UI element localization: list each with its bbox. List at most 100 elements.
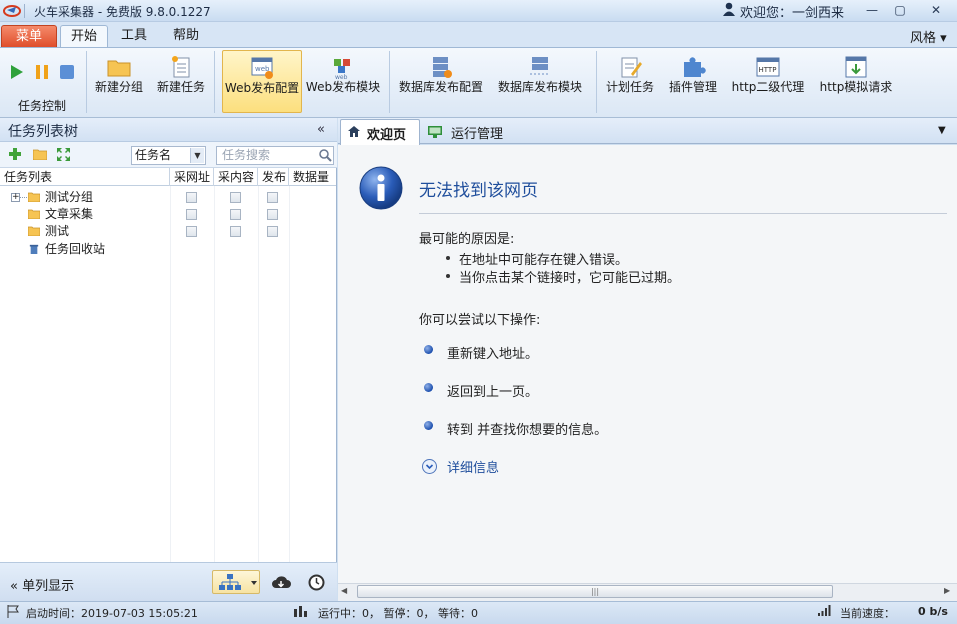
task-tree-title: 任务列表树 (8, 124, 78, 140)
reason-heading: 最可能的原因是: (419, 232, 515, 247)
tab-start[interactable]: 开始 (60, 25, 108, 47)
bullet-icon (424, 383, 433, 392)
more-info-link[interactable]: 详细信息 (447, 457, 499, 476)
tab-help[interactable]: 帮助 (162, 25, 210, 47)
collect-content-checkbox[interactable] (230, 192, 241, 203)
http-proxy-label: http二级代理 (731, 80, 805, 94)
home-icon (348, 126, 360, 137)
publish-checkbox[interactable] (267, 226, 278, 237)
new-task-button[interactable]: 新建任务 (154, 50, 208, 113)
maximize-button[interactable]: ▢ (890, 2, 910, 19)
stop-icon[interactable] (59, 64, 75, 80)
collect-content-checkbox[interactable] (230, 226, 241, 237)
tab-tools[interactable]: 工具 (110, 25, 158, 47)
new-group-label: 新建分组 (94, 80, 143, 94)
tree-row-article-collect[interactable]: 文章采集 (0, 206, 336, 223)
collect-url-checkbox[interactable] (186, 209, 197, 220)
tree-row-test[interactable]: 测试 (0, 223, 336, 240)
window-title: 火车采集器 - 免费版 9.8.0.1227 (34, 5, 211, 19)
close-button[interactable]: ✕ (926, 2, 946, 19)
minimize-button[interactable]: — (862, 2, 882, 19)
clock-icon[interactable] (308, 574, 325, 591)
tab-welcome[interactable]: 欢迎页 (340, 119, 420, 145)
search-icon[interactable] (319, 149, 332, 162)
plugin-manage-button[interactable]: 插件管理 (664, 50, 722, 113)
db-publish-config-button[interactable]: 数据库发布配置 (396, 50, 486, 113)
scroll-left-arrow[interactable]: ◀ (341, 586, 347, 595)
expand-toggle[interactable]: + (11, 193, 20, 202)
play-icon[interactable] (10, 64, 24, 80)
column-header-data-count[interactable]: 数据量 (289, 168, 336, 186)
single-column-label: 单列显示 (22, 579, 75, 594)
web-publish-config-button[interactable]: web Web发布配置 (222, 50, 302, 113)
double-chevron-left-icon: « (10, 579, 23, 594)
tab-welcome-label: 欢迎页 (367, 128, 407, 143)
database-config-icon (433, 57, 452, 78)
single-column-toggle[interactable]: « 单列显示 (10, 575, 74, 594)
speed-value: 0 b/s (918, 605, 948, 618)
trash-icon (29, 244, 39, 254)
error-title: 无法找到该网页 (419, 181, 538, 201)
expand-all-icon[interactable] (57, 148, 70, 161)
action-retype-address[interactable]: 重新键入地址。 (447, 343, 538, 362)
db-publish-module-button[interactable]: 数据库发布模块 (494, 50, 586, 113)
web-module-icon: web (334, 59, 350, 80)
task-control-label: 任务控制 (18, 99, 67, 113)
puzzle-icon (684, 57, 706, 77)
http-proxy-button[interactable]: HTTP http二级代理 (728, 50, 808, 113)
web-publish-module-button[interactable]: web Web发布模块 (304, 50, 382, 113)
user-greeting[interactable]: 欢迎您：一剑西来 (740, 2, 844, 21)
folder-icon[interactable] (33, 149, 47, 160)
web-publish-module-label: Web发布模块 (305, 80, 381, 94)
menu-button[interactable]: 菜单 (1, 25, 57, 47)
new-document-icon (172, 56, 190, 78)
plugin-manage-label: 插件管理 (668, 80, 717, 94)
bullet-icon (424, 421, 433, 430)
new-task-label: 新建任务 (156, 80, 205, 94)
tab-list-dropdown[interactable]: ▼ (938, 125, 946, 136)
pause-icon[interactable] (35, 64, 49, 80)
welcome-page-content (338, 145, 957, 583)
column-header-collect-content[interactable]: 采内容 (214, 168, 258, 186)
action-search: 转到 并查找你想要的信息。 (447, 423, 608, 438)
column-header-task-list[interactable]: 任务列表 (0, 168, 170, 186)
add-icon[interactable] (9, 148, 21, 160)
ribbon-separator (596, 51, 597, 113)
collect-content-checkbox[interactable] (230, 209, 241, 220)
collect-url-checkbox[interactable] (186, 192, 197, 203)
tree-row-label: 测试分组 (45, 190, 94, 204)
expand-details-icon[interactable] (422, 459, 437, 474)
cloud-download-icon[interactable] (271, 574, 291, 590)
publish-checkbox[interactable] (267, 192, 278, 203)
bullet-icon (424, 345, 433, 354)
bullet (446, 256, 450, 260)
column-header-collect-url[interactable]: 采网址 (170, 168, 214, 186)
filter-field-select[interactable]: 任务名 ▼ (131, 146, 206, 165)
monitor-icon (428, 126, 442, 138)
http-simulate-button[interactable]: http模拟请求 (816, 50, 896, 113)
column-header-publish[interactable]: 发布 (258, 168, 289, 186)
run-status-text: 运行中：0， 暂停：0， 等待：0 (318, 607, 478, 620)
collect-url-checkbox[interactable] (186, 226, 197, 237)
tab-run-management-label: 运行管理 (451, 127, 504, 142)
try-heading: 你可以尝试以下操作: (419, 313, 541, 328)
web-publish-config-label: Web发布配置 (224, 81, 300, 95)
chevron-down-icon[interactable]: ▼ (190, 148, 204, 163)
scrollbar-thumb[interactable]: ||| (357, 585, 833, 598)
signal-icon (818, 605, 831, 616)
schedule-task-button[interactable]: 计划任务 (602, 50, 658, 113)
collapse-panel-button[interactable]: « (317, 122, 325, 137)
scroll-right-arrow[interactable]: ▶ (944, 586, 950, 595)
tree-row-recycle-bin[interactable]: 任务回收站 (0, 241, 336, 258)
new-group-button[interactable]: 新建分组 (92, 50, 146, 113)
task-search-input[interactable]: 任务搜索 (216, 146, 334, 165)
divider (419, 213, 947, 214)
style-menu[interactable]: 风格 ▾ (910, 27, 947, 46)
publish-checkbox[interactable] (267, 209, 278, 220)
http-request-icon (845, 56, 867, 78)
folder-icon (28, 209, 40, 219)
action-go-back[interactable]: 返回到上一页。 (447, 381, 538, 400)
speed-label: 当前速度： (840, 607, 895, 620)
tree-view-button[interactable] (212, 570, 260, 594)
tree-row-test-group[interactable]: + 测试分组 (0, 189, 336, 206)
